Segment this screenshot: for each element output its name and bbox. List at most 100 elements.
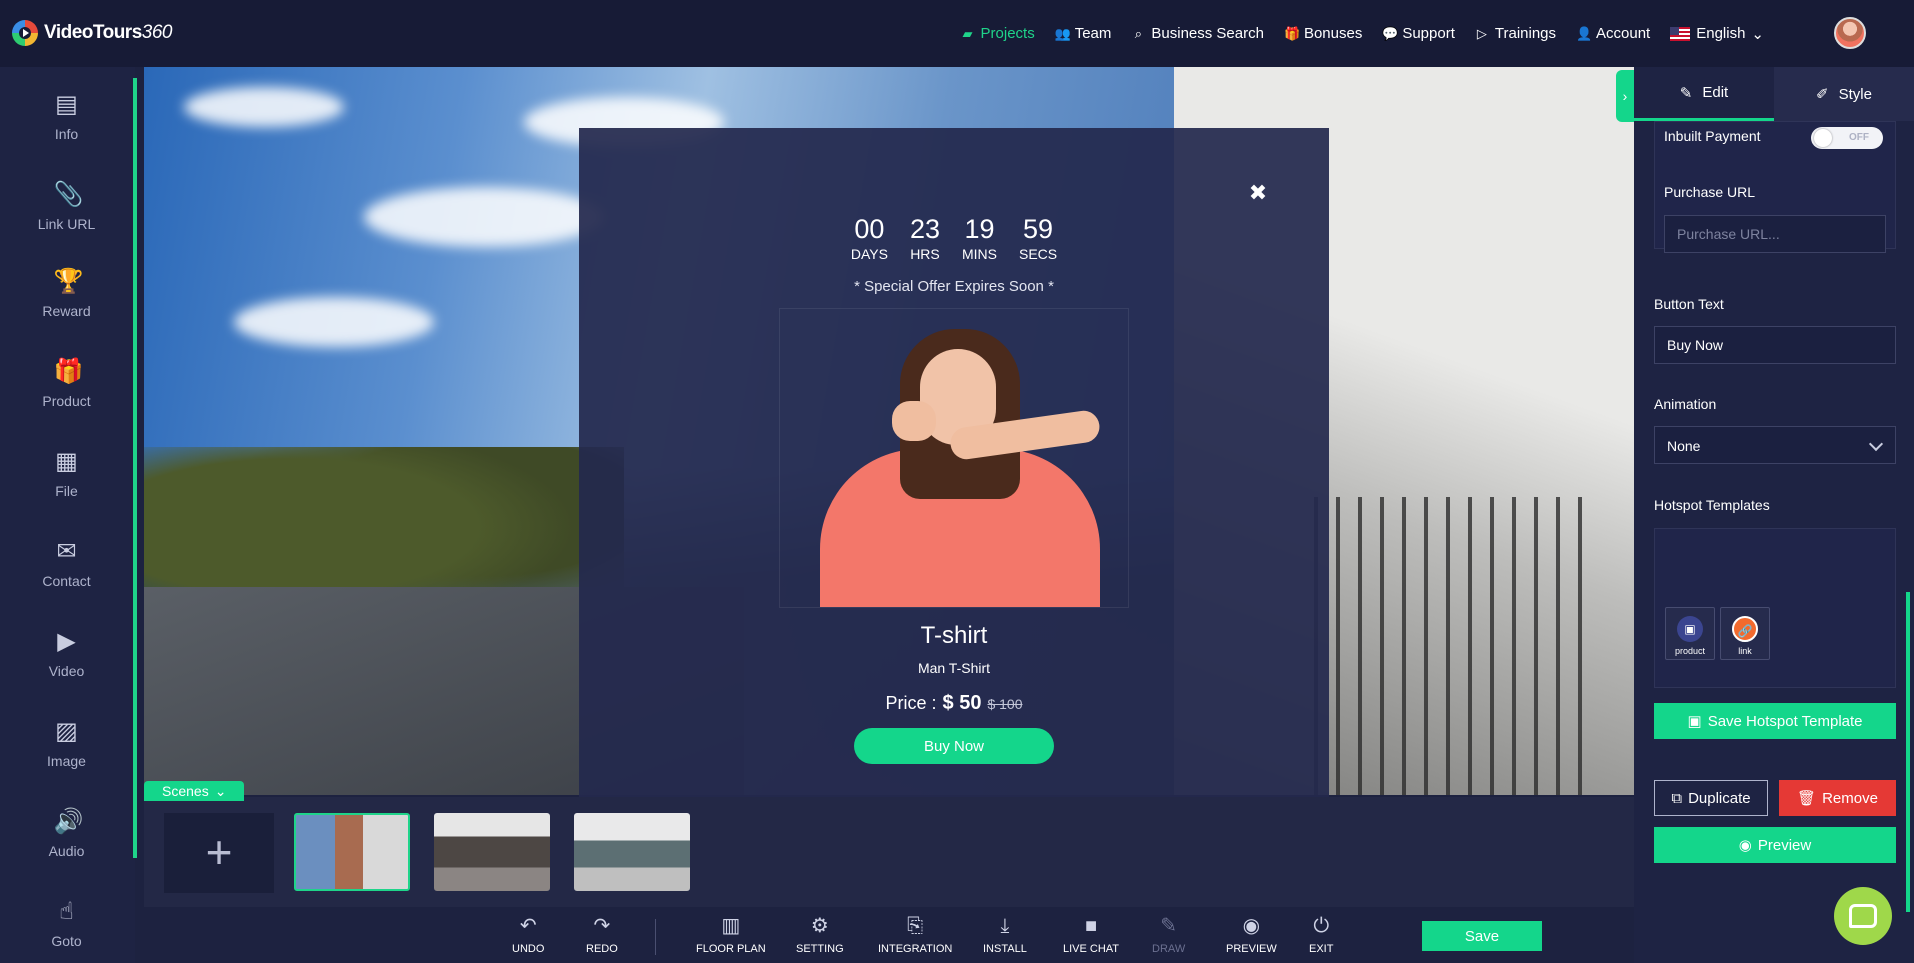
template-product[interactable]: ▣ product (1665, 607, 1715, 660)
animation-select[interactable]: None (1654, 426, 1896, 464)
nav-account[interactable]: 👤 Account (1576, 25, 1650, 42)
camera-icon: ■ (1084, 915, 1098, 937)
language-select[interactable]: English ⌄ (1670, 25, 1764, 43)
hotspot-sidebar: ▤ Info 📎 Link URL 🏆 Reward 🎁 Product ▦ File ✉… (0, 67, 135, 963)
paperclip-icon: 📎 (53, 181, 84, 208)
sidebar-item-product[interactable]: 🎁 Product (0, 359, 133, 410)
copy-icon: ⧉ (1671, 789, 1683, 807)
toolbar-divider (655, 919, 656, 955)
add-scene-button[interactable]: + (164, 813, 274, 893)
image-icon: ▨ (55, 718, 78, 745)
preview-button[interactable]: ◉ Preview (1654, 827, 1896, 863)
live-chat-button[interactable]: ■ LIVE CHAT (1063, 915, 1119, 955)
buy-now-button[interactable]: Buy Now (854, 728, 1054, 764)
scene-thumbnail[interactable] (574, 813, 690, 891)
nav-projects[interactable]: ▰ Projects (961, 25, 1035, 42)
template-link[interactable]: 🔗 link (1720, 607, 1770, 660)
scenes-toggle[interactable]: Scenes ⌄ (144, 781, 245, 801)
countdown-minutes: 19 MINS (962, 214, 997, 262)
nav-bonuses[interactable]: 🎁 Bonuses (1284, 25, 1362, 42)
tab-style[interactable]: ✐ Style (1774, 67, 1914, 121)
save-hotspot-template-button[interactable]: ▣ Save Hotspot Template (1654, 703, 1896, 739)
inbuilt-payment-toggle[interactable]: OFF (1811, 127, 1883, 149)
panel-scrollbar[interactable] (1906, 592, 1910, 912)
product-subtitle: Man T-Shirt (917, 660, 991, 676)
sidebar-item-reward[interactable]: 🏆 Reward (0, 268, 133, 320)
nav-support[interactable]: 💬 Support (1382, 25, 1455, 42)
countdown-hours: 23 HRS (909, 214, 940, 262)
power-icon: ⏻ (1313, 915, 1330, 937)
lock-icon: ▣ (1677, 616, 1703, 642)
sidebar-item-audio[interactable]: 🔊 Audio (0, 808, 133, 860)
save-button[interactable]: Save (1422, 921, 1542, 951)
tab-edit[interactable]: ✎ Edit (1634, 67, 1774, 121)
redo-icon: ↷ (593, 915, 611, 937)
folder-icon: ▰ (962, 25, 973, 41)
eye-icon: ◉ (1242, 915, 1261, 937)
logo-text: VideoTours360 (44, 22, 172, 43)
sidebar-item-file[interactable]: ▦ File (0, 449, 133, 500)
close-icon[interactable]: ✖ (1247, 182, 1269, 204)
speaker-icon: 🔊 (53, 808, 84, 835)
download-icon: ⤓ (1000, 915, 1010, 937)
price-now: $ 50 (942, 692, 982, 714)
panel-tabs: ✎ Edit ✐ Style (1634, 67, 1914, 121)
edit-icon: ✎ (1679, 84, 1693, 102)
duplicate-button[interactable]: ⧉ Duplicate (1654, 780, 1768, 816)
chevron-down-icon (1868, 436, 1884, 452)
sidebar-item-info[interactable]: ▤ Info (0, 92, 133, 143)
draw-button[interactable]: ✎ DRAW (1152, 915, 1185, 955)
us-flag-icon (1670, 26, 1691, 41)
properties-panel: ✎ Edit ✐ Style Inbuilt Payment Purchase UR… (1634, 67, 1914, 963)
product-image (779, 308, 1129, 608)
link-icon: 🔗 (1732, 616, 1758, 642)
nav-team[interactable]: 👥 Team (1055, 25, 1112, 42)
bottom-toolbar: ↶ UNDO ↷ REDO ▥ FLOOR PLAN ⚙ SETTING ⎘ INTEGR… (144, 907, 1634, 963)
exit-button[interactable]: ⏻ EXIT (1309, 915, 1333, 955)
countdown-timer: 00 DAYS 23 HRS 19 MINS 59 SECS (579, 214, 1329, 262)
cloud (184, 87, 344, 127)
top-navbar: VideoTours360 ▰ Projects 👥 Team ⌕ Business … (0, 0, 1914, 67)
scene-thumbnail[interactable] (434, 813, 550, 891)
chevron-right-icon: › (1622, 88, 1628, 104)
sidebar-item-contact[interactable]: ✉ Contact (0, 539, 133, 590)
install-button[interactable]: ⤓ INSTALL (983, 915, 1027, 955)
logo-icon (12, 20, 38, 46)
app-logo[interactable]: VideoTours360 (12, 20, 172, 46)
trophy-icon: 🏆 (53, 268, 84, 295)
sidebar-item-link-url[interactable]: 📎 Link URL (0, 181, 133, 233)
floor-plan-button[interactable]: ▥ FLOOR PLAN (696, 915, 766, 955)
scenes-strip: + (144, 797, 1634, 907)
redo-button[interactable]: ↷ REDO (586, 915, 618, 955)
panel-collapse-toggle[interactable]: › (1616, 70, 1634, 122)
user-avatar[interactable] (1834, 17, 1866, 49)
video-icon: ▶ (57, 628, 76, 655)
chat-icon (1849, 904, 1877, 928)
sidebar-item-video[interactable]: ▶ Video (0, 628, 133, 680)
users-icon: 👥 (1054, 25, 1071, 41)
scene-thumbnail[interactable] (294, 813, 410, 891)
button-text-input[interactable] (1654, 326, 1896, 364)
draw-icon: ✎ (1160, 915, 1177, 937)
price-label: Price : (885, 693, 937, 713)
offer-expires-text: * Special Offer Expires Soon * (854, 278, 1054, 295)
gift-icon: 🎁 (1283, 25, 1301, 41)
integration-button[interactable]: ⎘ INTEGRATION (878, 915, 952, 955)
hotspot-templates-label: Hotspot Templates (1654, 497, 1770, 513)
live-chat-launcher[interactable] (1834, 887, 1892, 945)
preview-tool-button[interactable]: ◉ PREVIEW (1226, 915, 1277, 955)
undo-button[interactable]: ↶ UNDO (512, 915, 544, 955)
setting-button[interactable]: ⚙ SETTING (796, 915, 844, 955)
nav-business-search[interactable]: ⌕ Business Search (1131, 25, 1264, 42)
sidebar-item-goto[interactable]: ☝ Goto (0, 898, 133, 950)
animation-label: Animation (1654, 396, 1717, 412)
nav-trainings[interactable]: ▷ Trainings (1475, 25, 1556, 42)
sidebar-item-image[interactable]: ▨ Image (0, 718, 133, 770)
floor-plan-icon: ▥ (721, 915, 741, 937)
purchase-url-input[interactable] (1664, 215, 1886, 253)
sidebar-scrollbar[interactable] (133, 78, 137, 858)
hand-pointer-icon: ☝ (59, 898, 74, 925)
remove-button[interactable]: 🗑 Remove (1779, 780, 1896, 816)
inbuilt-payment-label: Inbuilt Payment (1664, 128, 1761, 144)
product-price: Price : $ 50 $ 100 (579, 692, 1329, 715)
